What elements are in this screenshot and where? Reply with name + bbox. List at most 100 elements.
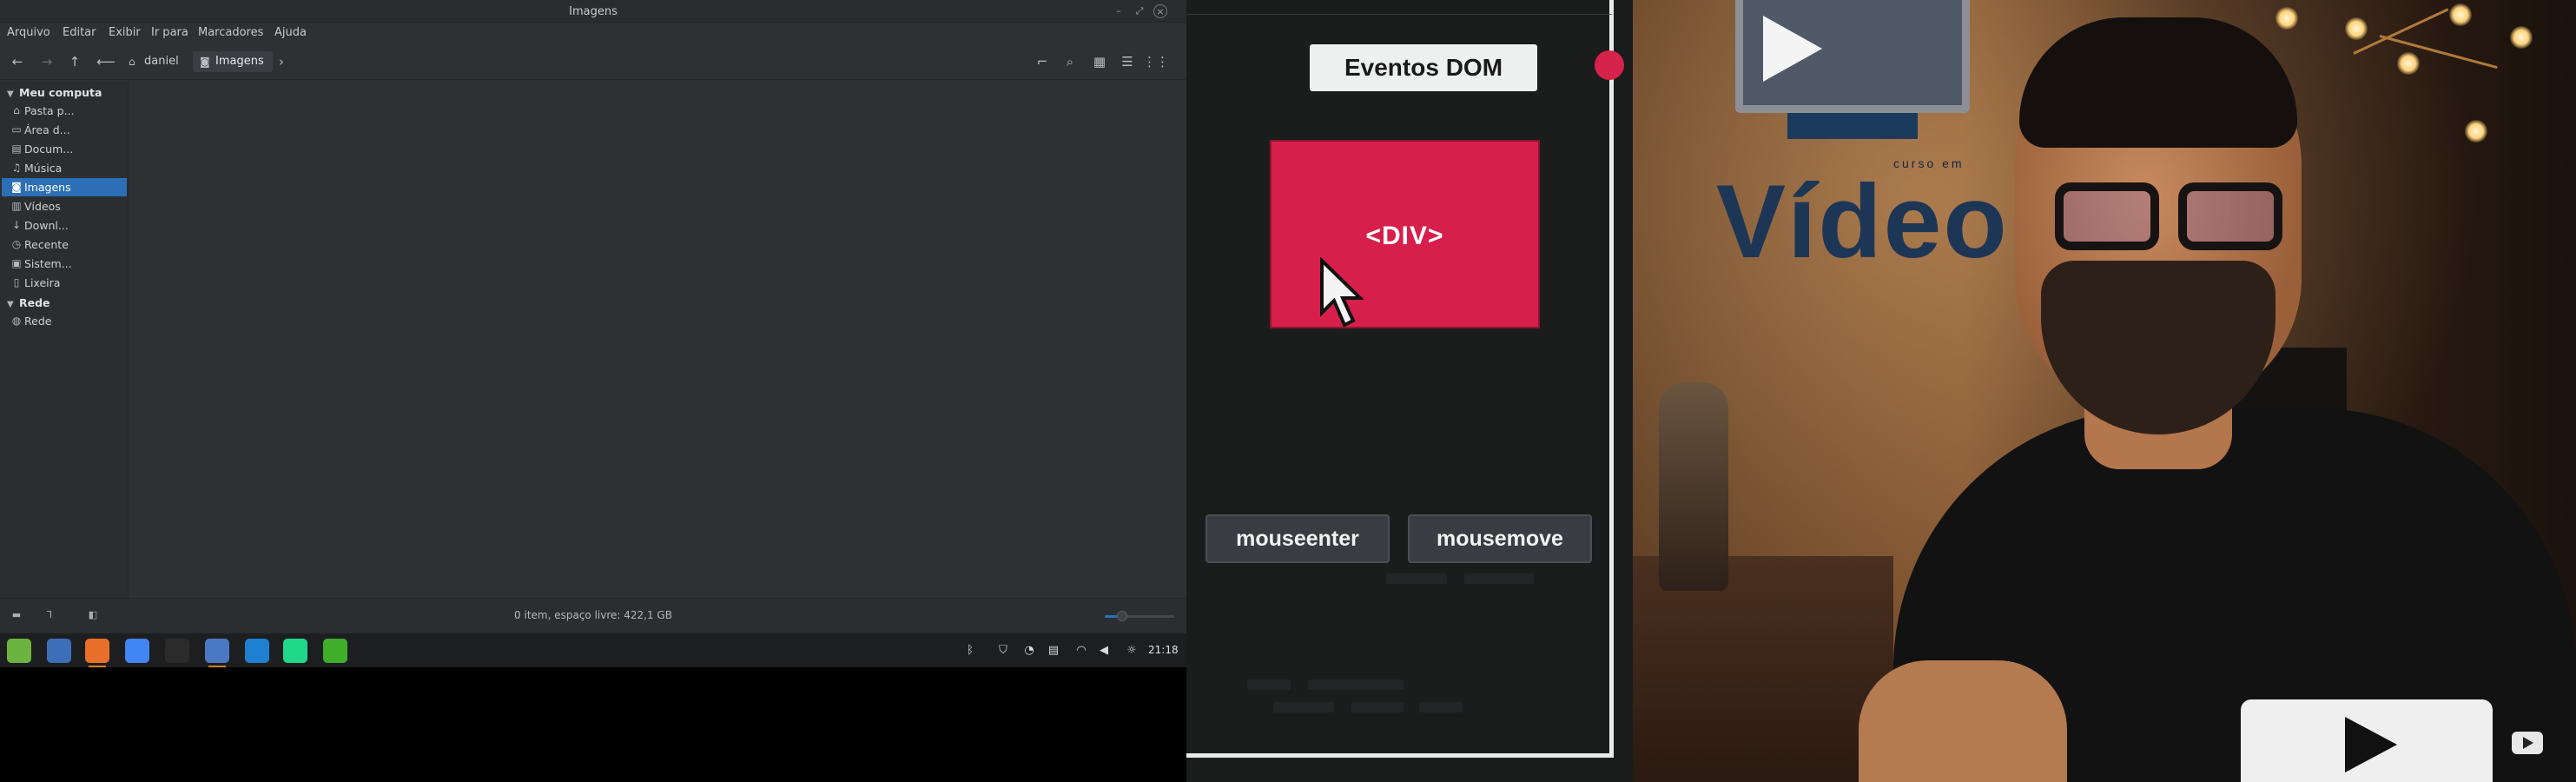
sidebar-item-label: Pasta p...	[24, 104, 75, 117]
breadcrumb-label: Imagens	[215, 55, 264, 68]
search-icon[interactable]: ⌕	[1058, 50, 1082, 74]
sidebar-item-trash[interactable]: ▯ Lixeira	[2, 274, 127, 292]
file-view-area[interactable]	[129, 81, 1186, 598]
compact-view-icon[interactable]: ⋮⋮	[1143, 50, 1169, 74]
wifi-icon[interactable]: ◠	[1073, 643, 1089, 659]
desktop-icon: ▭	[11, 123, 22, 136]
terminal-icon[interactable]	[165, 639, 189, 663]
sidebar-item-desktop[interactable]: ▭ Área d...	[2, 121, 127, 139]
sidebar-item-label: Rede	[24, 315, 52, 328]
brand-play-icon	[1763, 16, 1822, 82]
bluetooth-icon[interactable]: ᛒ	[962, 643, 978, 659]
dom-events-demo: Eventos DOM <DIV> mouseenter mousemove	[1186, 0, 1633, 782]
menu-ajuda[interactable]: Ajuda	[274, 26, 307, 39]
youtube-watermark-icon[interactable]	[2512, 732, 2543, 754]
empty-screen-area	[0, 667, 1186, 782]
sidebar-section-network[interactable]: ▼ Rede	[7, 296, 50, 309]
files-icon[interactable]	[205, 639, 229, 667]
green-app-icon[interactable]	[323, 639, 347, 663]
sidebar-item-videos[interactable]: ▥ Vídeos	[2, 197, 127, 215]
update-icon[interactable]: ◔	[1021, 643, 1037, 659]
breadcrumb-home[interactable]: ⌂ daniel	[122, 51, 188, 72]
mouseenter-event-button: mouseenter	[1205, 514, 1390, 563]
video-frame[interactable]: Eventos DOM <DIV> mouseenter mousemove c…	[1186, 0, 2576, 782]
show-desktop-icon[interactable]	[47, 639, 71, 663]
sidebar-item-network[interactable]: ◍ Rede	[2, 312, 127, 330]
presenter-hand	[1859, 660, 2067, 782]
lamp-bulb	[2275, 7, 2298, 30]
sidebar-item-documents[interactable]: ▤ Docum...	[2, 140, 127, 158]
volume-icon[interactable]: ◀	[1096, 643, 1112, 659]
lamp-bulb	[2510, 26, 2533, 49]
sidebar-section-computer[interactable]: ▼ Meu computa	[7, 86, 102, 99]
vscode-icon[interactable]	[245, 639, 269, 663]
close-button[interactable]: ×	[1153, 4, 1167, 18]
breadcrumb-label: daniel	[144, 55, 179, 68]
brightness-icon[interactable]: ☼	[1124, 643, 1139, 659]
camera-icon: ◙	[200, 56, 210, 68]
firefox-icon[interactable]	[85, 639, 109, 667]
faded-text	[1464, 573, 1534, 584]
record-dot	[1595, 50, 1624, 80]
status-bar: ▬ ⅂ ◧ 0 item, espaço livre: 422,1 GB	[0, 598, 1186, 633]
glasses-lens-left	[2055, 182, 2159, 250]
history-back-icon[interactable]: ⟵	[94, 50, 118, 74]
sidebar: ▼ Meu computa ⌂ Pasta p... ▭ Área d... ▤ Doc…	[0, 81, 129, 598]
title-bar[interactable]: Imagens – ⤢ ×	[0, 0, 1186, 23]
zoom-slider[interactable]	[1105, 611, 1174, 621]
drive-tray-icon[interactable]: ▤	[1046, 643, 1061, 659]
sidebar-item-home[interactable]: ⌂ Pasta p...	[2, 102, 127, 120]
sidebar-item-label: Área d...	[24, 123, 70, 136]
shirt-play-icon	[2345, 717, 2397, 772]
list-view-icon[interactable]: ☰	[1115, 50, 1139, 74]
section-title: Rede	[19, 296, 50, 309]
menu-ir-para[interactable]: Ir para	[151, 26, 188, 39]
mint-menu-icon[interactable]	[7, 639, 31, 663]
minimize-button[interactable]: –	[1112, 4, 1126, 18]
location-toggle-icon[interactable]: ⌐	[1030, 50, 1054, 74]
demo-div-box: <DIV>	[1270, 140, 1540, 328]
pycharm-icon[interactable]	[283, 639, 307, 663]
history-forward-icon[interactable]: ›	[269, 50, 294, 74]
menu-exibir[interactable]: Exibir	[109, 26, 141, 39]
breadcrumb-imagens[interactable]: ◙ Imagens	[193, 51, 273, 72]
forward-icon[interactable]: →	[35, 50, 59, 74]
sidebar-item-music[interactable]: ♫ Música	[2, 159, 127, 177]
trash-icon: ▯	[13, 276, 20, 288]
menu-marcadores[interactable]: Marcadores	[198, 26, 263, 39]
brand-text: Vídeo	[1716, 163, 2009, 280]
lamp-bulb	[2465, 120, 2487, 142]
section-title: Meu computa	[19, 86, 102, 99]
faded-text	[1419, 702, 1463, 712]
icon-view-icon[interactable]: ▦	[1087, 50, 1112, 74]
sidebar-item-label: Docum...	[24, 142, 74, 156]
shield-icon[interactable]: ⛉	[995, 643, 1011, 659]
faded-text	[1247, 679, 1291, 690]
up-icon[interactable]: ↑	[63, 50, 87, 74]
chrome-icon[interactable]	[125, 639, 149, 663]
sidebar-item-downloads[interactable]: ↓ Downl...	[2, 216, 127, 235]
network-icon: ◍	[11, 315, 22, 327]
sidebar-item-label: Recente	[24, 238, 69, 251]
expand-triangle-icon: ▼	[7, 89, 14, 99]
window-title: Imagens	[569, 5, 618, 18]
demo-frame-top	[1186, 0, 1614, 14]
menu-arquivo[interactable]: Arquivo	[7, 26, 50, 39]
glasses-lens-right	[2178, 182, 2282, 250]
sidebar-item-pictures[interactable]: ◙ Imagens	[2, 178, 127, 196]
menu-editar[interactable]: Editar	[63, 26, 96, 39]
sidebar-item-filesystem[interactable]: ▣ Sistem...	[2, 255, 127, 273]
home-icon: ⌂	[129, 56, 135, 68]
maximize-button[interactable]: ⤢	[1133, 4, 1146, 18]
film-icon: ▥	[11, 200, 22, 212]
sidebar-item-recent[interactable]: ◷ Recente	[2, 235, 127, 254]
menu-bar: Arquivo Editar Exibir Ir para Marcadores…	[0, 23, 1186, 43]
zoom-slider-handle[interactable]	[1117, 611, 1127, 621]
action-figure	[1659, 382, 1728, 591]
document-icon: ▤	[11, 142, 22, 155]
expand-triangle-icon: ▼	[7, 300, 14, 309]
demo-frame	[1186, 14, 1614, 758]
clock[interactable]: 21:18	[1148, 644, 1179, 656]
back-icon[interactable]: ←	[5, 50, 30, 74]
clock-icon: ◷	[11, 238, 22, 250]
